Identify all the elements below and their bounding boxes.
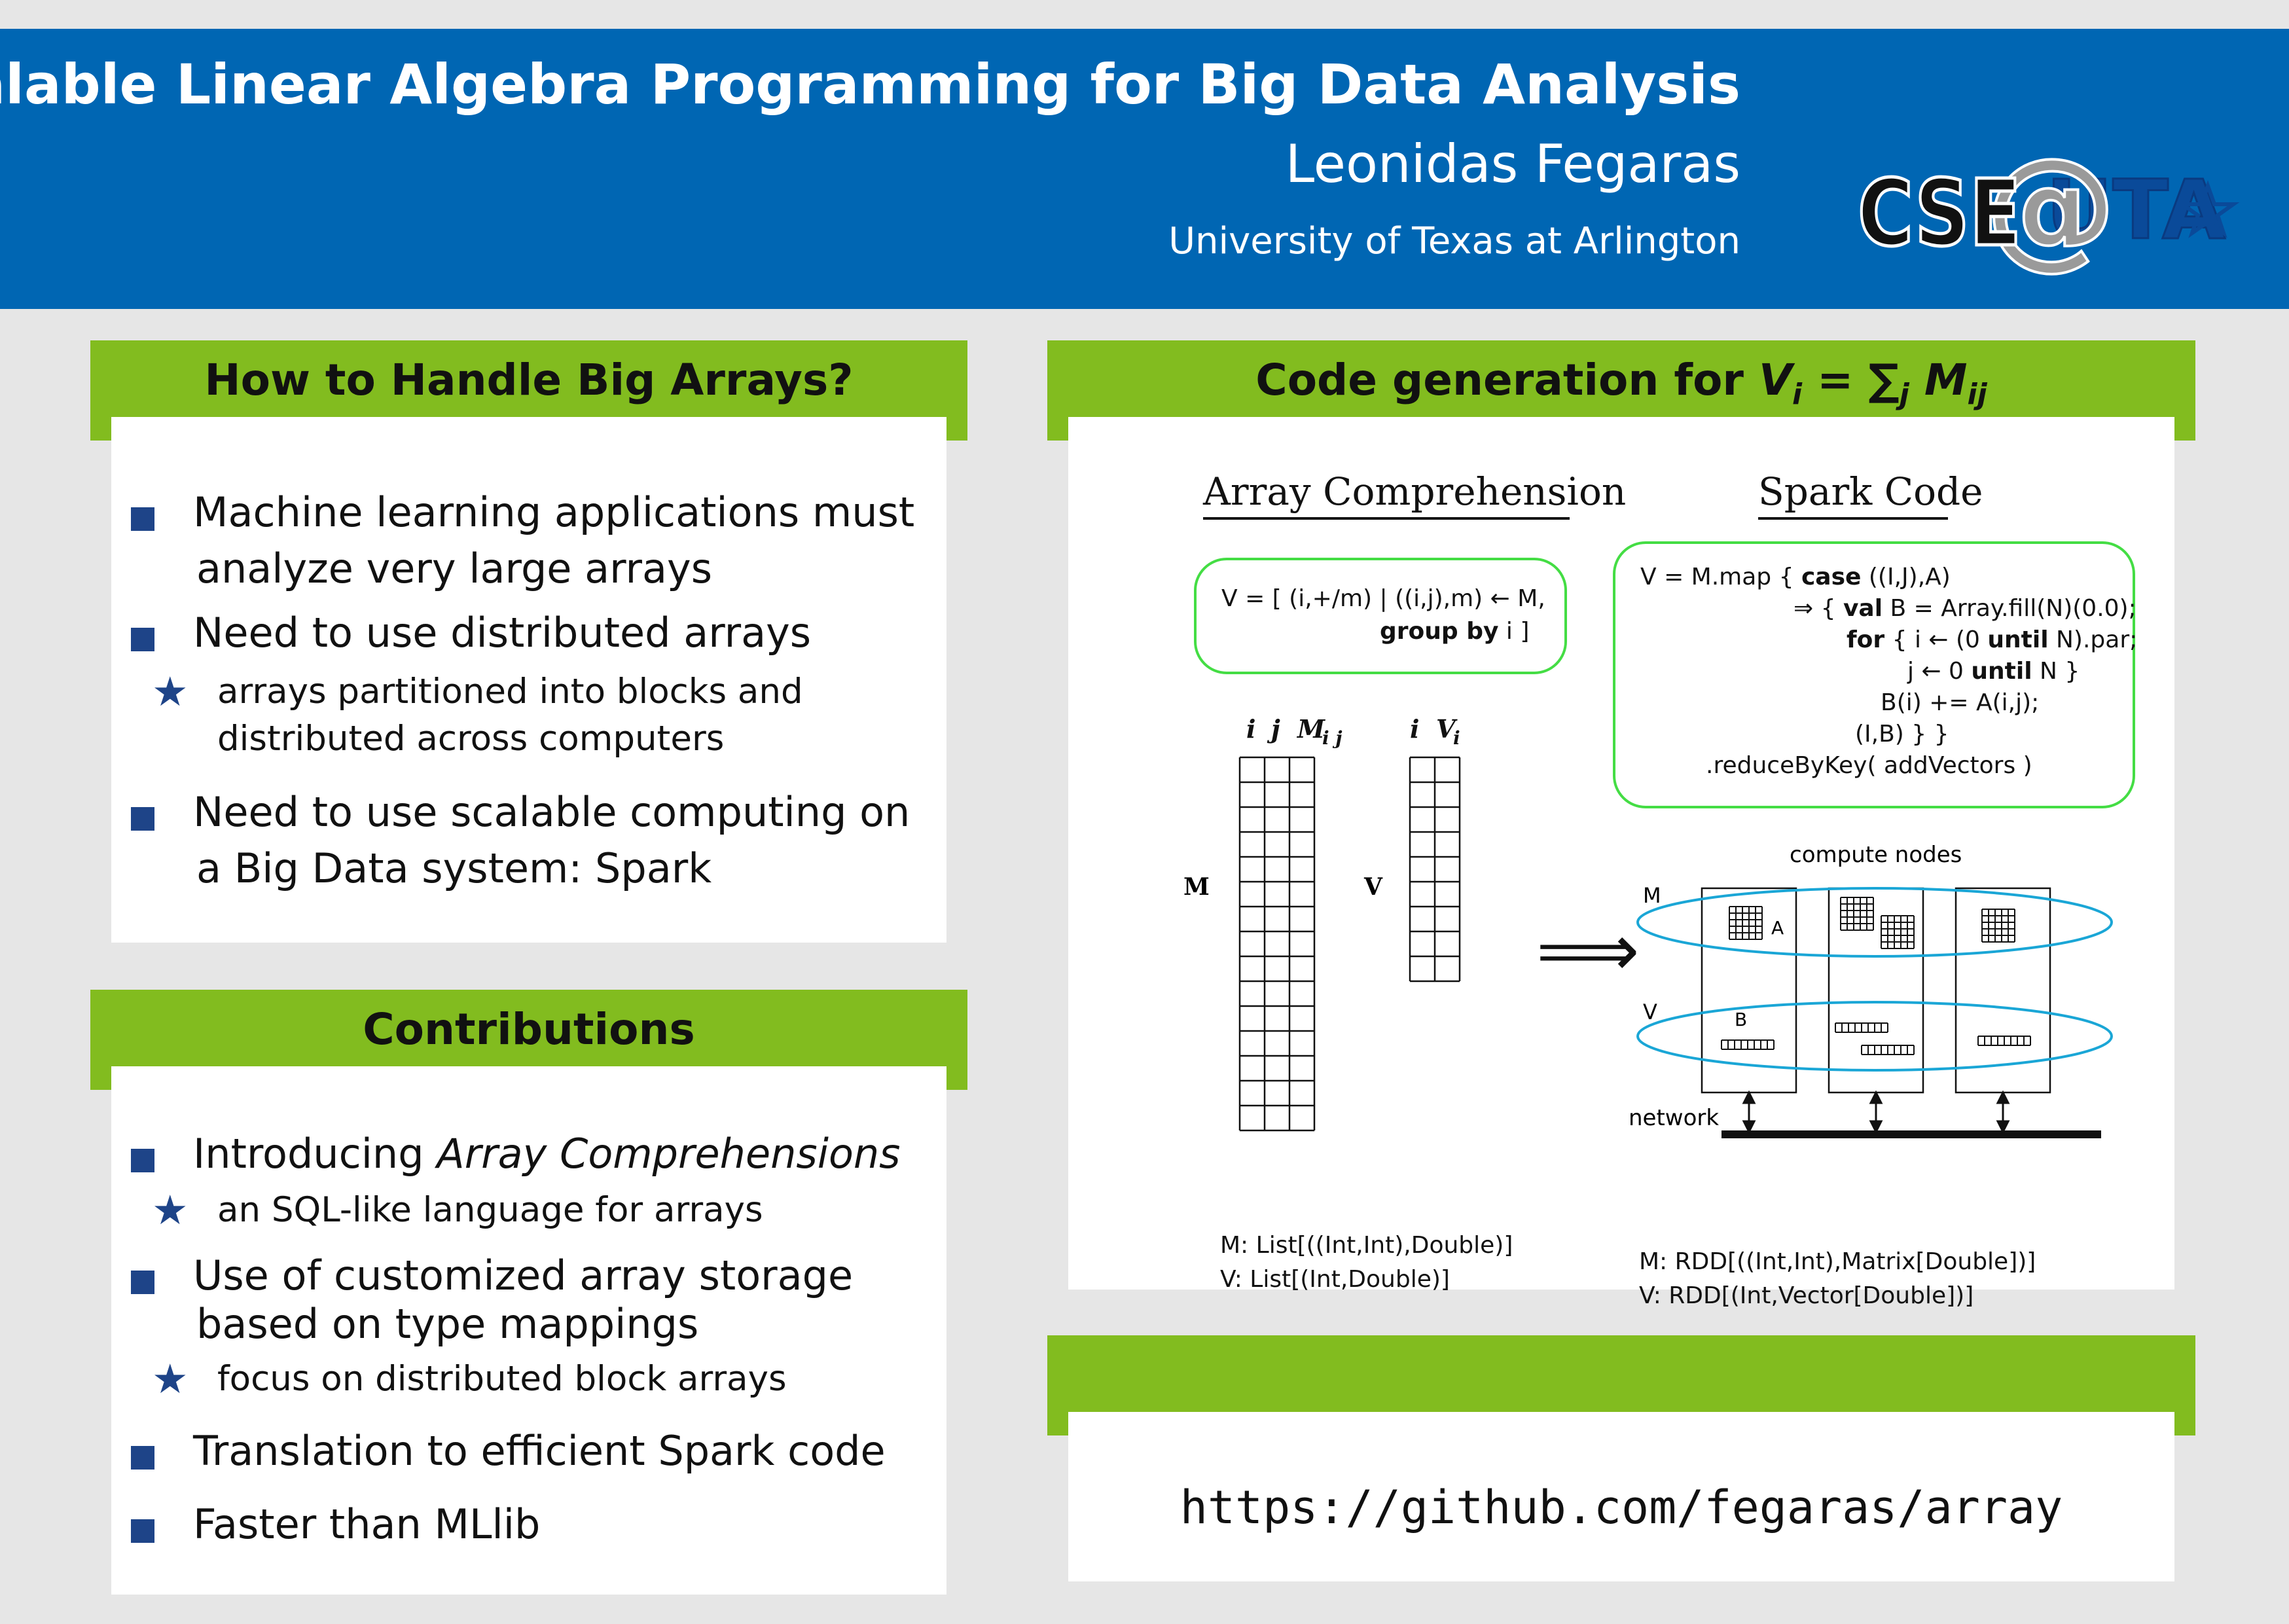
rdd-v-type: V: RDD[(Int,Vector[Double])] — [1639, 1282, 1974, 1309]
comprehension-line: group by i ] — [1380, 618, 1530, 645]
spark-code-line: .reduceByKey( addVectors ) — [1706, 752, 2032, 779]
github-link[interactable]: https://github.com/fegaras/array — [1068, 1481, 2174, 1534]
poster-header: Scalable Linear Algebra Programming for … — [0, 29, 2289, 309]
vector-label-v: V — [1363, 873, 1383, 901]
bullet-text: Introducing Array Comprehensions — [193, 1130, 901, 1178]
square-bullet-icon — [131, 1271, 154, 1294]
col-label-v-sub: i — [1453, 727, 1460, 749]
poster-title: Scalable Linear Algebra Programming for … — [0, 52, 1740, 117]
author-name: Leonidas Fegaras — [1285, 134, 1740, 194]
sub-bullet-text: arrays partitioned into blocks and — [217, 672, 803, 712]
cse-uta-logo: UTA @ CSE — [1858, 129, 2240, 284]
block-label-b: B — [1735, 1009, 1747, 1030]
matrix-label-m: M — [1183, 873, 1210, 901]
heading-underline — [1758, 517, 1948, 520]
sub-bullet-text: an SQL-like language for arrays — [217, 1190, 763, 1230]
panel-link: https://github.com/fegaras/array — [1047, 1335, 2195, 1581]
panel-big-arrays: How to Handle Big Arrays? Machine learni… — [90, 340, 967, 943]
panel-title: How to Handle Big Arrays? — [204, 355, 854, 405]
sum-equation: Vi = ∑j Mij — [1758, 355, 1987, 412]
m-partition-ellipse — [1636, 887, 2113, 958]
sub-bullet-text: distributed across computers — [217, 719, 725, 759]
panel-body: Introducing Array Comprehensions ★ an SQ… — [111, 1066, 946, 1595]
v-partition-ellipse — [1636, 1001, 2113, 1072]
compute-node — [1828, 887, 1924, 1094]
bullet-text: Faster than MLlib — [193, 1500, 541, 1548]
square-bullet-icon — [131, 1446, 154, 1470]
network-bus — [1721, 1130, 2101, 1138]
bullet-text: a Big Data system: Spark — [196, 844, 712, 892]
block-label-a: A — [1771, 917, 1784, 939]
panel-body: Array Comprehension Spark Code V = [ (i,… — [1068, 417, 2174, 1309]
square-bullet-icon — [131, 507, 154, 531]
v-type-label: V: List[(Int,Double)] — [1220, 1266, 1450, 1293]
bullet-continuation: a Big Data system: Spark — [196, 840, 712, 897]
col-label-j: j — [1267, 714, 1280, 744]
star-bullet-icon: ★ — [152, 1355, 189, 1403]
spark-code-line: for { i ← (0 until N).par; — [1847, 626, 2138, 653]
bullet-text: Need to use distributed arrays — [193, 609, 812, 657]
panel-code-generation: Code generation for Vi = ∑j Mij Array Co… — [1047, 340, 2195, 1309]
array-comprehension-box: V = [ (i,+/m) | ((i,j),m) ← M, group by … — [1194, 558, 1567, 674]
spark-code-box: V = M.map { case ((I,J),A) ⇒ { val B = A… — [1613, 541, 2138, 808]
matrix-m-grid — [1238, 756, 1316, 1132]
spark-code-line: (I,B) } } — [1855, 721, 1949, 748]
panel-body: https://github.com/fegaras/array — [1068, 1412, 2174, 1581]
compute-nodes-label: compute nodes — [1790, 842, 1962, 868]
row-label-v: V — [1643, 1000, 1657, 1024]
bullet-text: based on type mappings — [196, 1300, 699, 1348]
spark-code-line: B(i) += A(i,j); — [1881, 689, 2040, 716]
bullet-continuation: based on type mappings — [196, 1295, 698, 1353]
col-label-i: i — [1410, 714, 1419, 744]
panel-title: Code generation for Vi = ∑j Mij — [1255, 355, 1987, 412]
star-bullet-icon: ★ — [152, 1186, 189, 1234]
square-bullet-icon — [131, 807, 154, 831]
row-label-m: M — [1643, 883, 1661, 908]
col-label-m: M — [1296, 714, 1325, 744]
sub-bullet-continuation: distributed across computers — [217, 715, 724, 763]
spark-code-line: ⇒ { val B = Array.fill(N)(0.0); — [1793, 595, 2136, 622]
array-comprehension-heading: Array Comprehension — [1203, 469, 1627, 514]
array-diagram: i j M i j i V i M V — [1183, 714, 1461, 1132]
m-type-label: M: List[((Int,Int),Double)] — [1220, 1232, 1513, 1259]
bullet-text: Translation to efficient Spark code — [193, 1427, 886, 1475]
logo-cse: CSE — [1858, 160, 2021, 267]
col-label-i: i — [1246, 714, 1255, 744]
bullet-text: analyze very large arrays — [196, 545, 713, 592]
bullet-text: Machine learning applications must — [193, 488, 915, 536]
heading-underline — [1203, 517, 1570, 520]
vector-v-grid — [1409, 756, 1461, 983]
square-bullet-icon — [131, 1519, 154, 1543]
panel-body: Machine learning applications must analy… — [111, 417, 946, 943]
spark-code-line: j ← 0 until N } — [1907, 658, 2080, 685]
network-label: network — [1629, 1105, 1719, 1131]
bullet-continuation: analyze very large arrays — [196, 540, 712, 598]
spark-code-heading: Spark Code — [1758, 469, 1983, 514]
spark-code-line: V = M.map { case ((I,J),A) — [1640, 564, 1951, 590]
rdd-m-type: M: RDD[((Int,Int),Matrix[Double])] — [1639, 1248, 2036, 1275]
compute-nodes-diagram: compute nodes M V A B network — [1629, 842, 2113, 1138]
array-blocks — [1721, 897, 2031, 1055]
square-bullet-icon — [131, 1149, 154, 1172]
panel-title: Contributions — [363, 1004, 695, 1055]
comprehension-line: V = [ (i,+/m) | ((i,j),m) ← M, — [1221, 585, 1545, 612]
affiliation: University of Texas at Arlington — [1168, 220, 1740, 262]
bullet-text: Need to use scalable computing on — [193, 788, 910, 836]
panel-contributions: Contributions Introducing Array Comprehe… — [90, 990, 967, 1595]
col-label-m-sub: i j — [1322, 727, 1343, 749]
emphasized-term: Array Comprehensions — [437, 1130, 901, 1178]
square-bullet-icon — [131, 628, 154, 651]
star-bullet-icon: ★ — [152, 668, 189, 715]
sub-bullet-text: focus on distributed block arrays — [217, 1359, 787, 1399]
